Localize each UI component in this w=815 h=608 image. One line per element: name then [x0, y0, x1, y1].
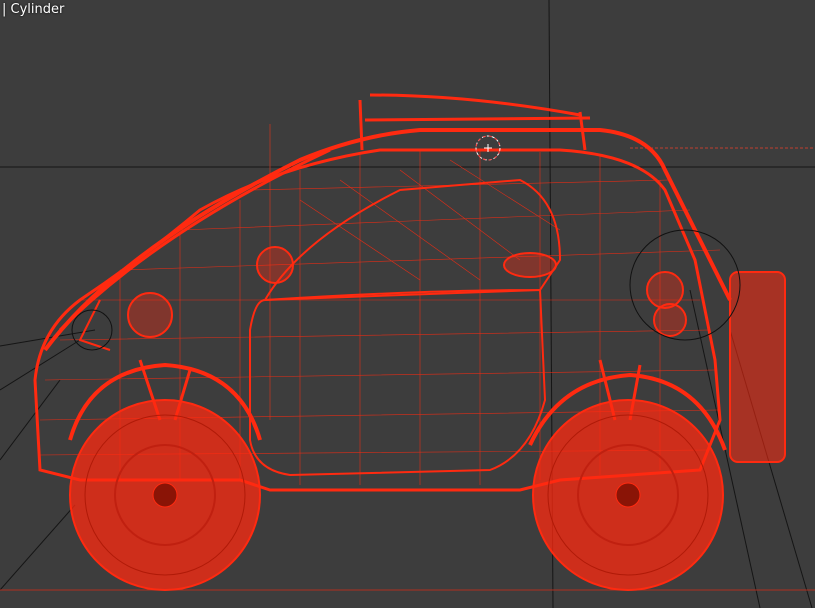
rear-wheel[interactable] — [532, 399, 724, 591]
viewport-canvas[interactable] — [0, 0, 815, 608]
front-wheel[interactable] — [69, 399, 261, 591]
3d-cursor-icon[interactable] — [475, 135, 501, 161]
label-prefix: | — [2, 2, 11, 17]
object-name: Cylinder — [10, 2, 65, 17]
3d-viewport[interactable]: | Cylinder — [0, 0, 815, 608]
active-object-label: | Cylinder — [2, 1, 64, 19]
